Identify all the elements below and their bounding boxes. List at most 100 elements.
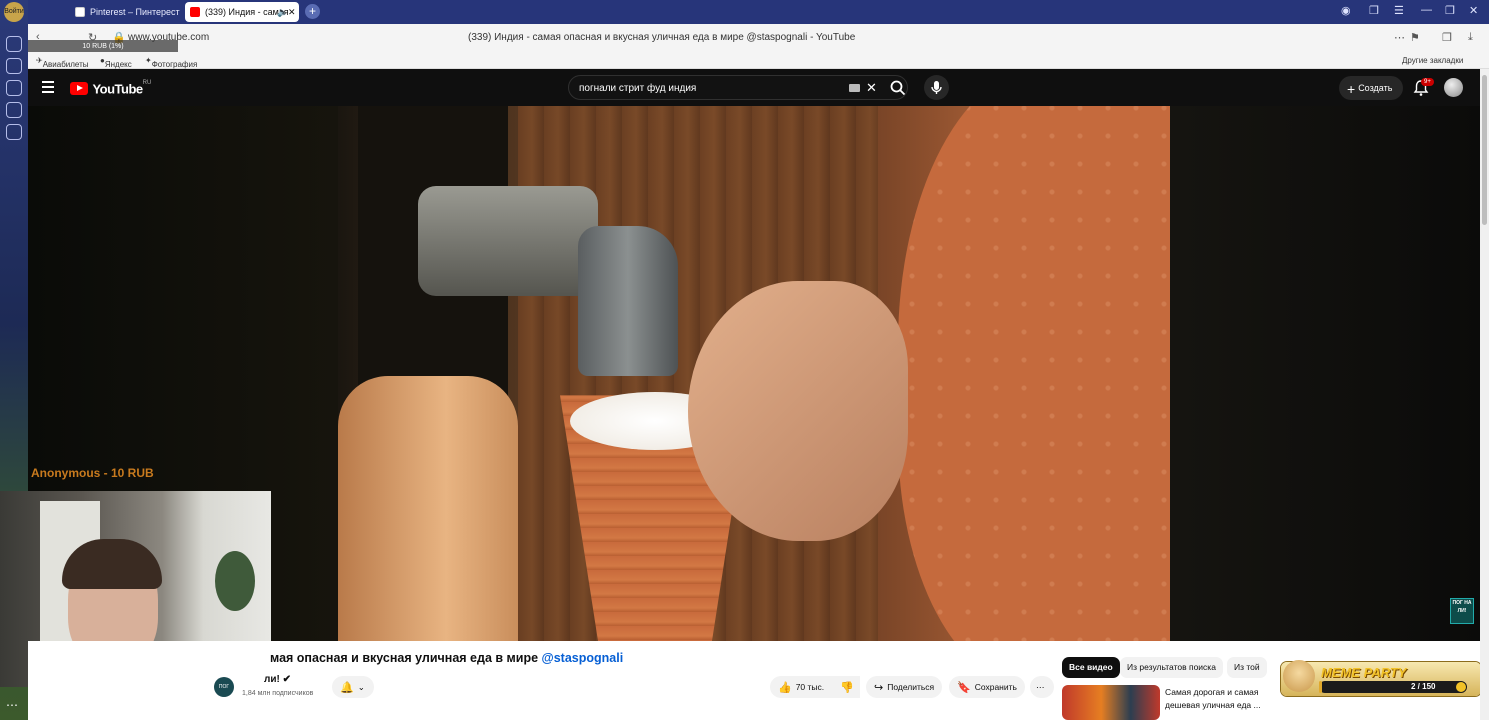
like-count: 70 тыс.	[795, 682, 825, 692]
history-icon[interactable]	[6, 36, 22, 52]
mic-icon	[931, 81, 942, 94]
video-hand	[688, 281, 908, 541]
keyboard-icon[interactable]	[849, 84, 860, 92]
page-icon	[75, 7, 85, 17]
other-bookmarks[interactable]: Другие закладки	[1402, 56, 1463, 65]
sidebar-profile-icon[interactable]: Войти	[4, 2, 24, 22]
meme-party-progress	[1319, 681, 1467, 693]
thumbs-down-icon: 👎	[840, 681, 854, 694]
video-info: мая опасная и вкусная уличная еда в мире…	[28, 641, 1480, 720]
workspace-icon[interactable]	[6, 102, 22, 118]
bookmark-label: Авиабилеты	[42, 60, 89, 69]
clear-icon[interactable]: ✕	[866, 80, 877, 96]
account-avatar[interactable]	[1444, 78, 1463, 97]
video-shirt	[898, 106, 1170, 641]
minimize-icon[interactable]: —	[1421, 4, 1432, 16]
download-icon[interactable]: ⤓	[1468, 31, 1473, 44]
save-label: Сохранить	[974, 682, 1017, 692]
share-button[interactable]: ↪ Поделиться	[866, 676, 943, 698]
video-tap	[418, 186, 598, 296]
bell-icon: 🔔	[340, 681, 354, 694]
meme-party-logo: MEME PARTY	[1321, 665, 1407, 680]
save-button[interactable]: 🔖 Сохранить	[949, 676, 1025, 698]
menu-icon[interactable]	[42, 81, 54, 96]
chip-from-search[interactable]: Из результатов поиска	[1120, 657, 1223, 678]
meme-party-widget: MEME PARTY 2 / 150	[1281, 660, 1481, 696]
meme-party-progress-fill	[1319, 681, 1322, 693]
video-jug	[338, 376, 518, 641]
extensions-icon[interactable]: ❐	[1369, 4, 1379, 17]
related-thumbnail[interactable]	[1062, 685, 1160, 720]
share-label: Поделиться	[887, 682, 935, 692]
subscribed-bell-button[interactable]: 🔔 ⌄	[332, 676, 374, 698]
channel-watermark[interactable]: ПОГ НА ЛИ!	[1450, 598, 1474, 624]
channel-name-text: ли!	[264, 674, 280, 685]
more-icon: ⋯	[1036, 682, 1045, 692]
search-box: ✕	[568, 75, 908, 100]
profile-icon[interactable]: ◉	[1341, 4, 1351, 17]
youtube-play-icon	[70, 82, 88, 96]
channel-handle-link[interactable]: @staspognali	[542, 651, 624, 665]
page-scrollbar[interactable]	[1480, 69, 1489, 720]
tab-bar: Pinterest – Пинтерест (339) Индия - сама…	[28, 0, 1489, 24]
voice-search-button[interactable]	[924, 75, 949, 100]
media-icon[interactable]	[6, 80, 22, 96]
bookmark-label: Яндекс	[104, 60, 132, 69]
search-icon[interactable]	[889, 79, 907, 97]
thumbs-up-icon: 👍	[778, 681, 792, 694]
channel-name[interactable]: ли! ✔	[264, 674, 291, 685]
webcam-plant	[215, 551, 255, 611]
dislike-button[interactable]: 👎	[832, 676, 860, 698]
close-window-icon[interactable]: ✕	[1469, 4, 1478, 17]
channel-avatar[interactable]: ПОГ	[214, 677, 234, 697]
restore-icon[interactable]: ❐	[1445, 4, 1455, 17]
bookmark-flights[interactable]: ✈ Авиабилеты	[36, 56, 89, 69]
verified-icon: ✔	[282, 674, 292, 685]
menu-icon[interactable]: ☰	[1394, 4, 1404, 17]
address-bar: ‹ ↻ 🔒 www.youtube.com (339) Индия - сама…	[28, 24, 1489, 52]
create-button[interactable]: + Создать	[1339, 76, 1403, 100]
video-frame	[338, 106, 1170, 641]
bookmark-icon[interactable]: ⚑	[1410, 31, 1420, 44]
tab-youtube[interactable]: (339) Индия - самая 🔈 ✕	[185, 2, 299, 22]
create-label: Создать	[1358, 83, 1393, 93]
youtube-header: YouTubeRU ✕ +Создать 9+	[28, 69, 1480, 106]
more-icon[interactable]: ⋯	[1394, 31, 1405, 44]
page-title: (339) Индия - самая опасная и вкусная ул…	[468, 32, 856, 43]
close-tab-icon[interactable]: ✕	[288, 2, 296, 22]
search-input[interactable]	[579, 81, 839, 95]
speaker-icon[interactable]: 🔈	[277, 2, 288, 22]
tab-label: Pinterest – Пинтерест	[90, 7, 180, 17]
meme-party-count: 2 / 150	[1411, 682, 1436, 691]
sidebar-login-label: Войти	[4, 8, 24, 15]
more-actions-button[interactable]: ⋯	[1030, 676, 1054, 698]
video-title: мая опасная и вкусная уличная еда в мире…	[270, 651, 623, 665]
notifications-badge: 9+	[1421, 78, 1434, 86]
more-icon[interactable]: ⋯	[6, 698, 18, 712]
related-title[interactable]: Самая дорогая и самая дешевая уличная ед…	[1165, 686, 1265, 712]
share-icon: ↪	[874, 681, 884, 694]
donation-alert: Anonymous - 10 RUB	[31, 466, 154, 480]
subscriber-count: 1,84 млн подписчиков	[242, 690, 314, 697]
save-icon: 🔖	[957, 681, 971, 694]
tab-pinterest[interactable]: Pinterest – Пинтерест	[70, 2, 182, 22]
bookmark-yandex[interactable]: ● Яндекс	[100, 56, 132, 69]
youtube-icon	[190, 7, 200, 17]
chip-from-channel[interactable]: Из той	[1227, 657, 1267, 678]
video-pipe	[578, 226, 678, 376]
chevron-down-icon: ⌄	[357, 682, 365, 692]
bookmark-photo[interactable]: ✦ Фотография - Go	[145, 56, 197, 78]
region-label: RU	[142, 80, 152, 86]
video-title-text: мая опасная и вкусная уличная еда в мире	[270, 651, 539, 665]
logo-text: YouTube	[92, 81, 143, 97]
collections-icon[interactable]	[6, 58, 22, 74]
bookmarks-bar: ✈ Авиабилеты ● Яндекс ✦ Фотография - Go …	[28, 52, 1489, 78]
doge-icon	[1283, 660, 1315, 692]
youtube-logo[interactable]: YouTubeRU	[70, 80, 151, 98]
collections-icon[interactable]: ❐	[1442, 31, 1452, 44]
new-tab-button[interactable]: +	[305, 4, 320, 19]
coin-icon	[1456, 682, 1466, 692]
scrollbar-thumb[interactable]	[1482, 75, 1487, 225]
chip-all-videos[interactable]: Все видео	[1062, 657, 1120, 678]
settings-icon[interactable]	[6, 124, 22, 140]
